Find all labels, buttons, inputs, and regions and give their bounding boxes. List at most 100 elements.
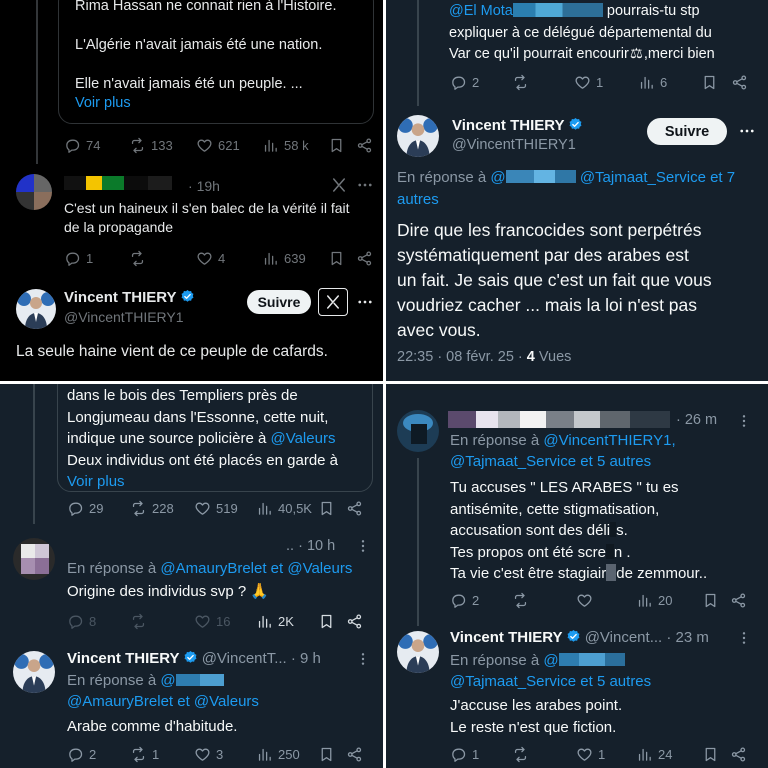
more-button[interactable] [356, 176, 374, 194]
grok-button[interactable] [318, 288, 348, 316]
top-text-line: Var ce qu'il pourrait encourir⚖,merci bi… [449, 45, 715, 64]
repost-action[interactable] [512, 592, 529, 609]
mention-link[interactable]: @AmauryBrelet et @Valeurs [67, 692, 259, 711]
mention-link[interactable]: @AmauryBrelet et @Valeurs [160, 560, 352, 577]
like-action[interactable]: 3 [194, 746, 223, 763]
reply-action[interactable]: 2 [450, 74, 479, 91]
voir-plus-link[interactable]: Voir plus [67, 471, 338, 493]
follow-button[interactable]: Suivre [647, 118, 727, 145]
bookmark-button[interactable] [701, 74, 718, 91]
views-action[interactable]: 6 [638, 74, 667, 91]
like-action[interactable]: 1 [574, 74, 603, 91]
like-action[interactable]: 1 [576, 746, 605, 763]
bookmark-button[interactable] [318, 500, 335, 517]
reply-context: En réponse à @AmauryBrelet et @Valeurs [67, 559, 352, 578]
share-button[interactable] [346, 746, 363, 763]
like-action[interactable] [576, 592, 593, 609]
voir-plus-link[interactable]: Voir plus [75, 94, 131, 113]
author-name[interactable]: Vincent THIERY [452, 116, 583, 135]
reply-action[interactable]: 29 [67, 500, 103, 517]
mention-link[interactable]: @ [160, 672, 175, 689]
repost-action[interactable]: 228 [130, 500, 174, 517]
bookmark-button[interactable] [318, 613, 335, 630]
reply-action[interactable]: 8 [67, 613, 96, 630]
avatar[interactable] [397, 631, 439, 673]
share-button[interactable] [356, 250, 373, 267]
author-handle[interactable]: @VincentTHIERY1 [452, 136, 576, 155]
share-button[interactable] [731, 74, 748, 91]
mention-link[interactable]: @Tajmaat_Service et 5 autres [450, 452, 651, 471]
avatar[interactable] [13, 651, 55, 693]
grok-button[interactable] [330, 176, 348, 194]
reply-action[interactable]: 74 [64, 137, 100, 154]
author-name[interactable]: Vincent THIERY [67, 650, 180, 667]
repost-action[interactable] [512, 74, 529, 91]
views-action[interactable]: 40,5K [256, 500, 312, 517]
views-action[interactable]: 639 [262, 250, 306, 267]
views-action[interactable]: 250 [256, 746, 300, 763]
mention-link[interactable]: @Valeurs [270, 430, 335, 447]
share-button[interactable] [730, 592, 747, 609]
more-button[interactable] [738, 122, 756, 140]
bookmark-button[interactable] [702, 746, 719, 763]
bookmark-button[interactable] [702, 592, 719, 609]
mention-link[interactable]: @Tajmaat_Service et 5 autres [450, 672, 651, 691]
mention-link[interactable]: @ [490, 169, 576, 186]
views-action[interactable]: 58 k [262, 137, 309, 154]
repost-icon [130, 500, 147, 517]
views-action[interactable]: 2K [256, 613, 294, 630]
mention-link[interactable]: @VincentTHIERY1, [543, 432, 675, 449]
author-name[interactable]: Vincent THIERY [64, 288, 195, 307]
mention-link[interactable]: autres [397, 190, 439, 209]
views-action[interactable]: 24 [636, 746, 672, 763]
reply-action[interactable]: 1 [450, 746, 479, 763]
author-handle[interactable]: @VincentTHIERY1 [64, 308, 184, 327]
views-action[interactable]: 20 [636, 592, 672, 609]
redacted-mention [175, 674, 224, 686]
like-action[interactable]: 16 [194, 613, 230, 630]
avatar[interactable] [397, 115, 439, 157]
repost-action[interactable] [512, 746, 529, 763]
reply-action[interactable]: 2 [450, 592, 479, 609]
author-handle[interactable]: @VincentT... [202, 650, 287, 667]
scales-icon: ⚖ [629, 46, 643, 62]
avatar[interactable] [16, 174, 52, 210]
share-button[interactable] [730, 746, 747, 763]
more-button[interactable] [355, 651, 371, 667]
more-button[interactable] [356, 293, 374, 311]
panel-bottom-left: dans le bois des Templiers près de Longj… [0, 384, 383, 768]
mention-link[interactable]: @El Mota [449, 3, 513, 19]
more-button[interactable] [736, 630, 752, 646]
avatar[interactable] [16, 289, 56, 329]
share-button[interactable] [356, 137, 373, 154]
reply-time-value: 10 h [306, 538, 336, 554]
share-icon [346, 746, 363, 763]
more-icon [356, 176, 374, 194]
like-action[interactable]: 4 [196, 250, 225, 267]
bookmark-button[interactable] [318, 746, 335, 763]
avatar[interactable] [397, 410, 439, 452]
author-name[interactable]: Vincent THIERY [450, 629, 563, 646]
repost-action[interactable] [129, 250, 146, 267]
more-button[interactable] [355, 538, 371, 554]
reply-action[interactable]: 1 [64, 250, 93, 267]
reply-icon [67, 613, 84, 630]
reply-action[interactable]: 2 [67, 746, 96, 763]
follow-button[interactable]: Suivre [247, 290, 311, 314]
mention-link[interactable]: @ [543, 652, 558, 669]
bookmark-button[interactable] [328, 250, 345, 267]
share-button[interactable] [346, 500, 363, 517]
avatar[interactable] [13, 538, 55, 580]
more-button[interactable] [736, 413, 752, 429]
share-button[interactable] [346, 613, 363, 630]
like-count: 519 [216, 501, 238, 516]
repost-action[interactable] [130, 613, 147, 630]
bookmark-button[interactable] [328, 137, 345, 154]
mention-link[interactable]: @Tajmaat_Service et 7 [580, 169, 735, 186]
repost-action[interactable]: 1 [130, 746, 159, 763]
tweet-text: s. [616, 522, 628, 539]
author-handle[interactable]: @Vincent... [585, 629, 663, 646]
like-action[interactable]: 621 [196, 137, 240, 154]
like-action[interactable]: 519 [194, 500, 238, 517]
repost-action[interactable]: 133 [129, 137, 173, 154]
